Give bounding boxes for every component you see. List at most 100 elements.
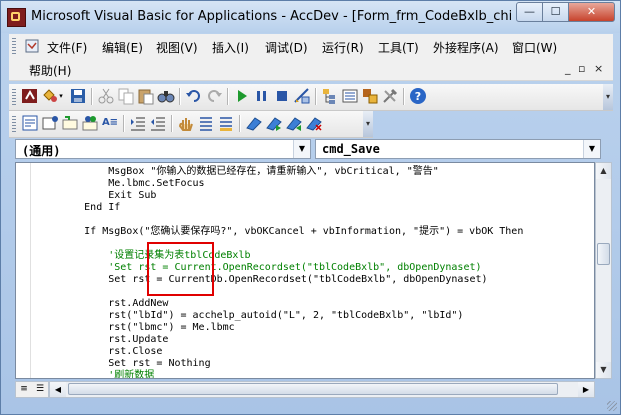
code-comment-line[interactable]: '设置记录集为表tblCodeBxlb [36, 250, 250, 262]
menu-view[interactable]: 视图(V) [156, 39, 198, 56]
object-combo[interactable]: (通用) ▼ [15, 139, 311, 159]
code-comment-line[interactable]: '刷新数据 [36, 370, 154, 378]
mdi-minimize-button[interactable]: _ [565, 62, 571, 75]
list-constants-icon[interactable] [41, 114, 59, 132]
maximize-button[interactable]: ☐ [542, 2, 569, 22]
clear-bookmarks-icon[interactable] [305, 114, 323, 132]
indent-icon[interactable] [129, 114, 147, 132]
view-buttons: ≡ ☰ [15, 381, 49, 398]
toolbar-grip[interactable] [12, 116, 16, 132]
scroll-up-icon[interactable]: ▲ [596, 163, 611, 179]
project-explorer-icon[interactable] [321, 87, 339, 105]
procedure-combo[interactable]: cmd_Save ▼ [315, 139, 601, 159]
vba-app-icon[interactable] [7, 8, 26, 27]
toolbar-overflow-icon[interactable]: ▾ [603, 84, 613, 110]
paste-icon[interactable] [137, 87, 155, 105]
menu-debug[interactable]: 调试(D) [265, 39, 308, 56]
scroll-right-icon[interactable]: ▶ [578, 382, 594, 397]
next-bookmark-icon[interactable] [265, 114, 283, 132]
cut-icon[interactable] [97, 87, 115, 105]
copy-icon[interactable] [117, 87, 135, 105]
toolbar-separator [91, 88, 93, 105]
code-line[interactable]: Set rst = Nothing [36, 358, 210, 370]
insert-dropdown-icon[interactable]: ▾ [57, 87, 65, 105]
code-line[interactable]: rst("lbmc") = Me.lbmc [36, 322, 234, 334]
complete-word-icon[interactable]: A≡ [101, 114, 119, 132]
code-line[interactable]: MsgBox "你输入的数据已经存在，请重新输入", vbCritical, "… [36, 166, 439, 178]
menu-help[interactable]: 帮助(H) [29, 62, 71, 79]
horizontal-scrollbar[interactable]: ◀ ▶ [49, 381, 595, 398]
toolbar-separator [239, 115, 241, 132]
margin-indicator-bar[interactable] [16, 163, 31, 378]
quick-info-icon[interactable] [61, 114, 79, 132]
find-icon[interactable] [157, 87, 175, 105]
chevron-down-icon[interactable]: ▼ [583, 140, 600, 158]
menu-window[interactable]: 窗口(W) [512, 39, 557, 56]
code-line[interactable]: rst.Close [36, 346, 162, 358]
code-line[interactable]: Set rst = CurrentDb.OpenRecordset("tblCo… [36, 274, 487, 286]
menu-file[interactable]: 文件(F) [47, 39, 87, 56]
toolbar-separator [403, 88, 405, 105]
vertical-scroll-thumb[interactable] [597, 243, 610, 265]
chevron-down-icon[interactable]: ▼ [293, 140, 310, 158]
redo-icon[interactable] [205, 87, 223, 105]
menu-insert[interactable]: 插入(I) [212, 39, 249, 56]
procedure-view-icon[interactable]: ≡ [17, 383, 31, 396]
menu-addins[interactable]: 外接程序(A) [433, 39, 499, 56]
procedure-combo-value: cmd_Save [322, 142, 380, 156]
toolbar-grip[interactable] [12, 89, 16, 105]
code-editor[interactable]: MsgBox "你输入的数据已经存在，请重新输入", vbCritical, "… [15, 162, 595, 379]
help-icon[interactable]: ? [409, 87, 427, 105]
code-comment-line[interactable]: 'Set rst = Current.OpenRecordset("tblCod… [36, 262, 481, 274]
comment-block-icon[interactable] [197, 114, 215, 132]
edit-toolbar: A≡ ▾ [9, 111, 373, 138]
toolbox-icon[interactable] [381, 87, 399, 105]
undo-icon[interactable] [185, 87, 203, 105]
code-line[interactable]: Me.lbmc.SetFocus [36, 178, 204, 190]
design-mode-icon[interactable] [293, 87, 311, 105]
mdi-close-button[interactable]: × [594, 62, 603, 75]
minimize-button[interactable]: — [516, 2, 543, 22]
object-browser-icon[interactable] [361, 87, 379, 105]
reset-icon[interactable] [273, 87, 291, 105]
toggle-breakpoint-icon[interactable] [177, 114, 195, 132]
run-icon[interactable] [233, 87, 251, 105]
resize-grip-icon[interactable] [607, 401, 617, 411]
standard-toolbar: ▾ ? ▾ [9, 84, 613, 111]
code-line[interactable]: End If [36, 202, 120, 214]
menu-run[interactable]: 运行(R) [322, 39, 364, 56]
toolbar-overflow-icon[interactable]: ▾ [363, 111, 373, 137]
code-line[interactable]: rst.Update [36, 334, 168, 346]
horizontal-scroll-thumb[interactable] [68, 383, 558, 395]
svg-text:?: ? [415, 90, 421, 103]
vbe-window: Microsoft Visual Basic for Applications … [0, 0, 621, 415]
close-button[interactable]: ✕ [568, 2, 615, 22]
toggle-bookmark-icon[interactable] [245, 114, 263, 132]
menu-edit[interactable]: 编辑(E) [102, 39, 143, 56]
title-bar[interactable]: Microsoft Visual Basic for Applications … [1, 1, 620, 33]
full-module-view-icon[interactable]: ☰ [33, 383, 47, 396]
module-window-icon[interactable] [25, 39, 39, 53]
vertical-scrollbar[interactable]: ▲ ▼ [595, 162, 612, 379]
menu-tools[interactable]: 工具(T) [378, 39, 419, 56]
code-line[interactable]: rst("lbId") = acchelp_autoid("L", 2, "tb… [36, 310, 463, 322]
view-access-icon[interactable] [21, 87, 39, 105]
uncomment-block-icon[interactable] [217, 114, 235, 132]
toolbar-separator [171, 115, 173, 132]
break-icon[interactable] [253, 87, 271, 105]
scroll-left-icon[interactable]: ◀ [50, 382, 66, 397]
code-line[interactable]: rst.AddNew [36, 298, 168, 310]
code-line[interactable]: Exit Sub [36, 190, 156, 202]
toolbar-separator [227, 88, 229, 105]
previous-bookmark-icon[interactable] [285, 114, 303, 132]
properties-window-icon[interactable] [341, 87, 359, 105]
scroll-down-icon[interactable]: ▼ [596, 362, 611, 378]
code-line[interactable]: If MsgBox("您确认要保存吗?", vbOKCancel + vbInf… [36, 226, 523, 238]
outdent-icon[interactable] [149, 114, 167, 132]
object-combo-value: (通用) [22, 144, 61, 158]
menubar-grip[interactable] [12, 38, 16, 54]
list-properties-icon[interactable] [21, 114, 39, 132]
save-icon[interactable] [69, 87, 87, 105]
mdi-restore-button[interactable]: ▫ [578, 62, 585, 75]
parameter-info-icon[interactable] [81, 114, 99, 132]
